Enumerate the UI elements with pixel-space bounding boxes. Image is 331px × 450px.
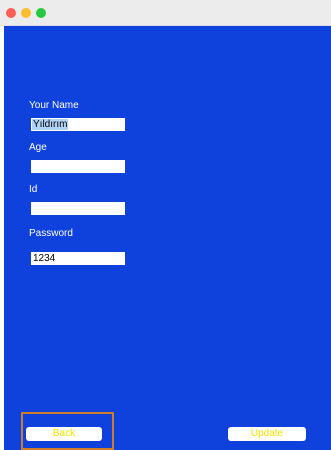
form-panel: Your Name Yıldırım Age Id Password Back …: [4, 26, 331, 450]
age-label: Age: [29, 142, 47, 153]
close-window-icon[interactable]: [6, 8, 16, 18]
name-field[interactable]: Yıldırım: [31, 118, 125, 131]
zoom-window-icon[interactable]: [36, 8, 46, 18]
password-label: Password: [29, 228, 73, 239]
password-field[interactable]: [31, 252, 125, 265]
id-label: Id: [29, 184, 38, 195]
age-field[interactable]: [31, 160, 125, 173]
id-field[interactable]: [31, 202, 125, 215]
title-bar: [0, 0, 331, 26]
update-button[interactable]: Update: [228, 427, 306, 441]
name-label: Your Name: [29, 100, 79, 111]
name-value: Yıldırım: [32, 119, 69, 130]
back-button[interactable]: Back: [26, 427, 102, 441]
app-window: Your Name Yıldırım Age Id Password Back …: [0, 0, 331, 450]
minimize-window-icon[interactable]: [21, 8, 31, 18]
